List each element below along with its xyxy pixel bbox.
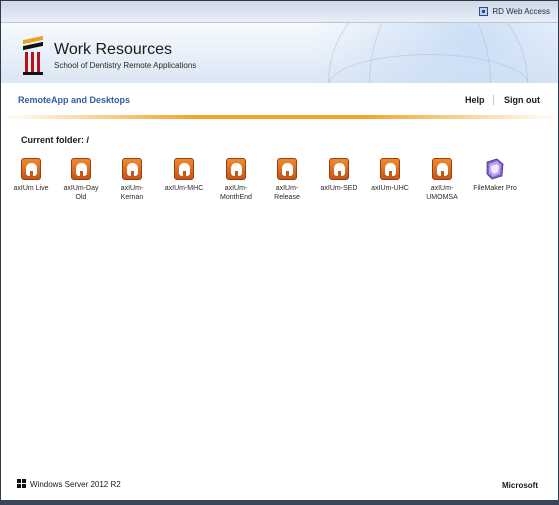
- browser-window: RD Web Access Work Resources School of D…: [0, 0, 559, 505]
- university-logo-icon: [21, 35, 45, 76]
- app-tile[interactable]: axIUm-UHC: [368, 158, 412, 193]
- tooth-icon: [21, 158, 41, 180]
- windows-logo-icon: [17, 479, 27, 489]
- app-tile[interactable]: axIUm Live: [9, 158, 53, 193]
- app-tile[interactable]: axIUm-Kernan: [110, 158, 154, 202]
- window-bottom-edge: [0, 500, 559, 505]
- app-tile[interactable]: axIUm-MonthEnd: [214, 158, 258, 202]
- tooth-icon: [380, 158, 400, 180]
- app-label: axIUm-MHC: [164, 185, 204, 192]
- nav-bar: RemoteApp and Desktops Help Sign out: [1, 83, 558, 117]
- windows-server-label: Windows Server 2012 R2: [30, 480, 121, 489]
- tooth-icon: [226, 158, 246, 180]
- app-label: axIUm-MonthEnd: [220, 185, 252, 201]
- app-label: axIUm-Day Old: [63, 185, 99, 201]
- help-link[interactable]: Help: [465, 95, 485, 105]
- remoteapp-desktops-tab[interactable]: RemoteApp and Desktops: [18, 95, 130, 105]
- app-label: axIUm-UHC: [371, 185, 409, 192]
- page-subtitle: School of Dentistry Remote Applications: [54, 61, 197, 70]
- tooth-icon: [277, 158, 297, 180]
- current-folder-label: Current folder: /: [21, 135, 90, 145]
- tooth-icon: [174, 158, 194, 180]
- rd-web-access-label: RD Web Access: [492, 7, 550, 16]
- app-label: axIUm-UMOMSA: [426, 185, 458, 201]
- rd-web-access-link[interactable]: RD Web Access: [479, 7, 550, 16]
- page-title: Work Resources: [54, 41, 172, 58]
- tooth-icon: [71, 158, 91, 180]
- app-label: axIUm-Release: [274, 185, 300, 201]
- top-bar: RD Web Access: [1, 1, 558, 23]
- nav-divider: [493, 95, 494, 105]
- app-tile[interactable]: axIUm-Release: [265, 158, 309, 202]
- filemaker-icon: [485, 158, 505, 180]
- tooth-icon: [122, 158, 142, 180]
- app-tile[interactable]: FileMaker Pro: [471, 158, 519, 193]
- app-tile[interactable]: axIUm-UMOMSA: [420, 158, 464, 202]
- tooth-icon: [432, 158, 452, 180]
- app-label: axIUm-Kernan: [120, 185, 144, 201]
- orange-divider: [1, 115, 558, 119]
- app-label: axIUm Live: [13, 185, 49, 192]
- app-label: FileMaker Pro: [473, 185, 517, 192]
- app-tile[interactable]: axIUm-MHC: [162, 158, 206, 193]
- app-tile[interactable]: axIUm-SED: [317, 158, 361, 193]
- app-label: axIUm-SED: [320, 185, 358, 192]
- globe-graphic: [328, 23, 529, 83]
- microsoft-logo-text: Microsoft: [502, 481, 538, 490]
- tooth-icon: [329, 158, 349, 180]
- sign-out-link[interactable]: Sign out: [504, 95, 540, 105]
- rd-web-access-icon: [479, 7, 489, 16]
- app-tile[interactable]: axIUm-Day Old: [59, 158, 103, 202]
- footer: Windows Server 2012 R2 Microsoft: [1, 471, 558, 501]
